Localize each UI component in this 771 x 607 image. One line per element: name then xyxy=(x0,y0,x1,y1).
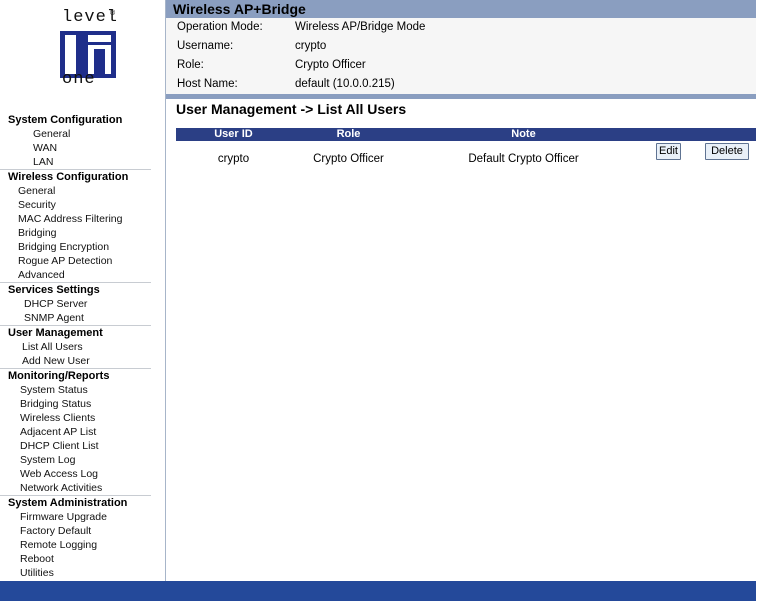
edit-button[interactable]: Edit xyxy=(656,143,681,160)
nav-section-title: System Administration xyxy=(8,497,128,509)
page-title: User Management -> List All Users xyxy=(176,101,407,117)
nav-item-mac-address-filtering[interactable]: MAC Address Filtering xyxy=(0,212,151,226)
registered-mark: ® xyxy=(110,10,116,17)
nav-section: System Administration Firmware Upgrade Fac… xyxy=(0,495,151,580)
nav-item-advanced[interactable]: Advanced xyxy=(0,268,151,282)
nav-section-title: System Configuration xyxy=(8,114,123,126)
delete-button[interactable]: Delete xyxy=(705,143,749,160)
nav-item-adjacent-ap-list[interactable]: Adjacent AP List xyxy=(0,425,151,439)
info-key: Role: xyxy=(177,59,204,71)
nav-section: Monitoring/Reports System Status Bridging … xyxy=(0,368,151,495)
info-role: Role: Crypto Officer xyxy=(177,56,366,75)
nav-item-network-activities[interactable]: Network Activities xyxy=(0,481,151,495)
nav-section-title: Services Settings xyxy=(8,284,100,296)
nav-section: User Management List All Users Add New Use… xyxy=(0,325,151,368)
nav-item-general[interactable]: General xyxy=(0,184,151,198)
nav-section-title: Wireless Configuration xyxy=(8,171,129,183)
nav-item-firmware-upgrade[interactable]: Firmware Upgrade xyxy=(0,510,151,524)
info-value: default (10.0.0.215) xyxy=(295,78,395,90)
nav-item-bridging[interactable]: Bridging xyxy=(0,226,151,240)
nav-section-title: Monitoring/Reports xyxy=(8,370,110,382)
app-title: Wireless AP+Bridge xyxy=(173,1,306,17)
nav-item-bridging-encryption[interactable]: Bridging Encryption xyxy=(0,240,151,254)
section-divider xyxy=(166,94,756,99)
info-key: Host Name: xyxy=(177,78,238,90)
nav-item-bridging-status[interactable]: Bridging Status xyxy=(0,397,151,411)
info-value: crypto xyxy=(295,40,327,52)
info-key: Username: xyxy=(177,40,234,52)
users-table: User ID Role Note crypto Crypto Officer … xyxy=(176,128,756,167)
nav-item-system-log[interactable]: System Log xyxy=(0,453,151,467)
logo-text-bottom: one xyxy=(62,70,96,89)
column-header-user-id: User ID xyxy=(214,128,253,140)
nav-item-lan[interactable]: LAN xyxy=(0,155,151,169)
nav-item-wireless-clients[interactable]: Wireless Clients xyxy=(0,411,151,425)
window-edge xyxy=(756,0,771,607)
levelone-logo: level ® one xyxy=(58,8,118,90)
nav-item-remote-logging[interactable]: Remote Logging xyxy=(0,538,151,552)
table-row: crypto Crypto Officer Default Crypto Off… xyxy=(176,141,756,167)
nav-section: System Configuration General WAN LAN xyxy=(0,113,151,169)
footer-bar xyxy=(0,581,756,601)
nav-item-general[interactable]: General xyxy=(0,127,151,141)
cell-note: Default Crypto Officer xyxy=(468,153,579,165)
info-operation-mode: Operation Mode: Wireless AP/Bridge Mode xyxy=(177,18,425,37)
nav-menu: System Configuration General WAN LAN Wireles… xyxy=(0,113,151,580)
nav-item-snmp-agent[interactable]: SNMP Agent xyxy=(0,311,151,325)
nav-item-web-access-log[interactable]: Web Access Log xyxy=(0,467,151,481)
nav-section: Wireless Configuration General Security MAC… xyxy=(0,169,151,282)
nav-item-factory-default[interactable]: Factory Default xyxy=(0,524,151,538)
app-title-bar: Wireless AP+Bridge xyxy=(166,0,756,18)
nav-item-security[interactable]: Security xyxy=(0,198,151,212)
nav-section-title: User Management xyxy=(8,327,103,339)
nav-item-dhcp-server[interactable]: DHCP Server xyxy=(0,297,151,311)
nav-item-add-new-user[interactable]: Add New User xyxy=(0,354,151,368)
nav-item-rogue-ap-detection[interactable]: Rogue AP Detection xyxy=(0,254,151,268)
info-value: Crypto Officer xyxy=(295,59,366,71)
column-header-role: Role xyxy=(336,128,361,140)
table-header: User ID Role Note xyxy=(176,128,756,141)
device-info-panel: Operation Mode: Wireless AP/Bridge Mode U… xyxy=(166,18,756,94)
nav-item-reboot[interactable]: Reboot xyxy=(0,552,151,566)
nav-item-list-all-users[interactable]: List All Users xyxy=(0,340,151,354)
nav-item-utilities[interactable]: Utilities xyxy=(0,566,151,580)
nav-item-wan[interactable]: WAN xyxy=(0,141,151,155)
sidebar: level ® one System Configuration General W… xyxy=(0,0,165,581)
info-host-name: Host Name: default (10.0.0.215) xyxy=(177,75,395,94)
info-username: Username: crypto xyxy=(177,37,326,56)
nav-section: Services Settings DHCP Server SNMP Agent xyxy=(0,282,151,325)
info-key: Operation Mode: xyxy=(177,21,263,33)
column-header-note: Note xyxy=(511,128,536,140)
nav-item-dhcp-client-list[interactable]: DHCP Client List xyxy=(0,439,151,453)
info-value: Wireless AP/Bridge Mode xyxy=(295,21,426,33)
nav-item-system-status[interactable]: System Status xyxy=(0,383,151,397)
